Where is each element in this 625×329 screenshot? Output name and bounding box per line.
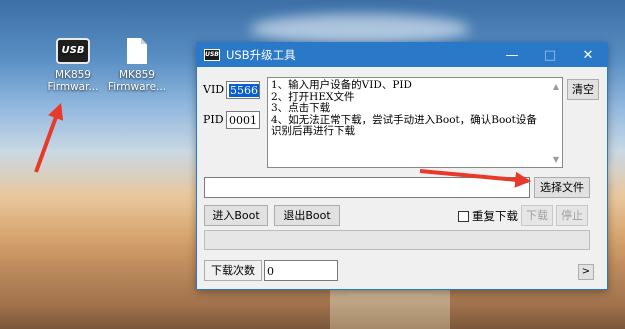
sky-cloud xyxy=(250,14,470,44)
repeat-download-checkbox[interactable]: 重复下载 xyxy=(458,208,518,224)
enter-boot-button[interactable]: 进入Boot xyxy=(204,205,268,226)
download-progress-bar xyxy=(204,230,590,250)
instruction-line: 3、点击下载 xyxy=(271,102,331,114)
download-count-input[interactable]: 0 xyxy=(264,260,338,281)
instruction-line: 4、如无法正常下载，尝试手动进入Boot，确认Boot设备识别后再进行下载 xyxy=(271,113,537,137)
instructions-textarea[interactable]: 1、输入用户设备的VID、PID 2、打开HEX文件 3、点击下载 4、如无法正… xyxy=(267,77,563,168)
close-button[interactable]: ✕ xyxy=(569,43,607,67)
file-path-input[interactable] xyxy=(204,177,530,198)
vid-label: VID xyxy=(203,83,225,96)
desktop-icon-label: MK859 Firmware... xyxy=(107,69,167,93)
desktop-icon-firmware-file[interactable]: MK859 Firmware... xyxy=(104,38,170,93)
download-count-label: 下载次数 xyxy=(204,260,262,281)
download-button[interactable]: 下载 xyxy=(521,205,553,226)
vid-value: 5566 xyxy=(229,84,259,97)
pid-input[interactable]: 0001 xyxy=(226,111,260,129)
instruction-line: 1、输入用户设备的VID、PID xyxy=(271,79,412,91)
title-bar[interactable]: USB USB升级工具 — □ ✕ xyxy=(197,43,607,67)
vid-input[interactable]: 5566 xyxy=(226,81,260,99)
minimize-button[interactable]: — xyxy=(493,43,531,67)
pid-label: PID xyxy=(203,113,224,126)
scroll-up-arrow-icon[interactable]: ▲ xyxy=(553,81,559,93)
stop-button[interactable]: 停止 xyxy=(556,205,588,226)
maximize-button: □ xyxy=(543,47,557,63)
usb-app-icon: USB xyxy=(204,49,220,61)
usb-upgrade-window: USB USB升级工具 — □ ✕ VID 5566 PID 0001 1、输入… xyxy=(196,42,608,290)
repeat-download-label: 重复下载 xyxy=(472,209,518,223)
desktop-icon-usb-tool[interactable]: USB MK859 Firmwar... xyxy=(40,38,106,93)
arrow-to-usb-icon xyxy=(34,102,64,173)
expand-button[interactable]: > xyxy=(578,264,594,280)
exit-boot-button[interactable]: 退出Boot xyxy=(274,205,340,226)
scroll-down-arrow-icon[interactable]: ▼ xyxy=(553,154,559,166)
select-file-button[interactable]: 选择文件 xyxy=(534,177,590,198)
clear-button[interactable]: 清空 xyxy=(567,79,599,100)
window-title: USB升级工具 xyxy=(226,48,296,62)
checkbox-box xyxy=(458,210,469,222)
file-icon xyxy=(127,38,147,64)
desktop-icon-label: MK859 Firmwar... xyxy=(47,69,99,93)
usb-tool-icon: USB xyxy=(56,38,90,64)
